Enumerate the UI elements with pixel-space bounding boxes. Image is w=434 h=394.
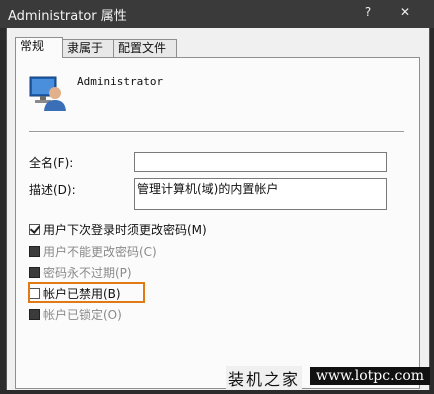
full-name-label: 全名(F): bbox=[29, 156, 74, 170]
tab-profile[interactable]: 配置文件 bbox=[113, 39, 177, 57]
option-password-never-expires[interactable]: 密码永不过期(P) bbox=[29, 264, 132, 280]
dialog-client: 常规 隶属于 配置文件 Administrator 全名(F): 描述(D): … bbox=[6, 28, 430, 390]
window-title: Administrator 属性 bbox=[8, 9, 127, 24]
option-label: 用户不能更改密码(C) bbox=[43, 244, 157, 259]
checkbox-disabled bbox=[29, 245, 40, 257]
title-bar: Administrator 属性 ? ✕ bbox=[0, 0, 434, 28]
option-cannot-change-password[interactable]: 用户不能更改密码(C) bbox=[29, 243, 157, 259]
checkbox-disabled bbox=[29, 308, 40, 320]
checkbox-checked[interactable] bbox=[29, 223, 40, 235]
tab-general[interactable]: 常规 bbox=[15, 37, 63, 58]
tab-member-of[interactable]: 隶属于 bbox=[62, 39, 114, 57]
watermark: 装机之家 www.lotpc.com bbox=[226, 362, 431, 390]
option-label: 帐户已锁定(O) bbox=[43, 307, 122, 322]
help-button[interactable]: ? bbox=[355, 2, 381, 22]
description-field[interactable]: 管理计算机(域)的内置帐户 bbox=[134, 178, 387, 210]
watermark-url: www.lotpc.com bbox=[310, 367, 431, 385]
user-icon bbox=[29, 76, 66, 111]
separator bbox=[29, 131, 404, 133]
option-must-change-password[interactable]: 用户下次登录时须更改密码(M) bbox=[29, 221, 207, 237]
option-label: 用户下次登录时须更改密码(M) bbox=[43, 222, 207, 237]
highlight-box bbox=[28, 282, 145, 303]
general-panel: Administrator 全名(F): 描述(D): 管理计算机(域)的内置帐… bbox=[15, 57, 420, 389]
full-name-field[interactable] bbox=[134, 152, 387, 172]
close-button[interactable]: ✕ bbox=[392, 2, 418, 22]
watermark-text: 装机之家 bbox=[226, 366, 303, 390]
option-label: 密码永不过期(P) bbox=[43, 265, 132, 280]
option-account-locked[interactable]: 帐户已锁定(O) bbox=[29, 306, 122, 322]
checkbox-disabled bbox=[29, 266, 40, 278]
description-label: 描述(D): bbox=[29, 183, 76, 197]
username: Administrator bbox=[77, 75, 164, 88]
